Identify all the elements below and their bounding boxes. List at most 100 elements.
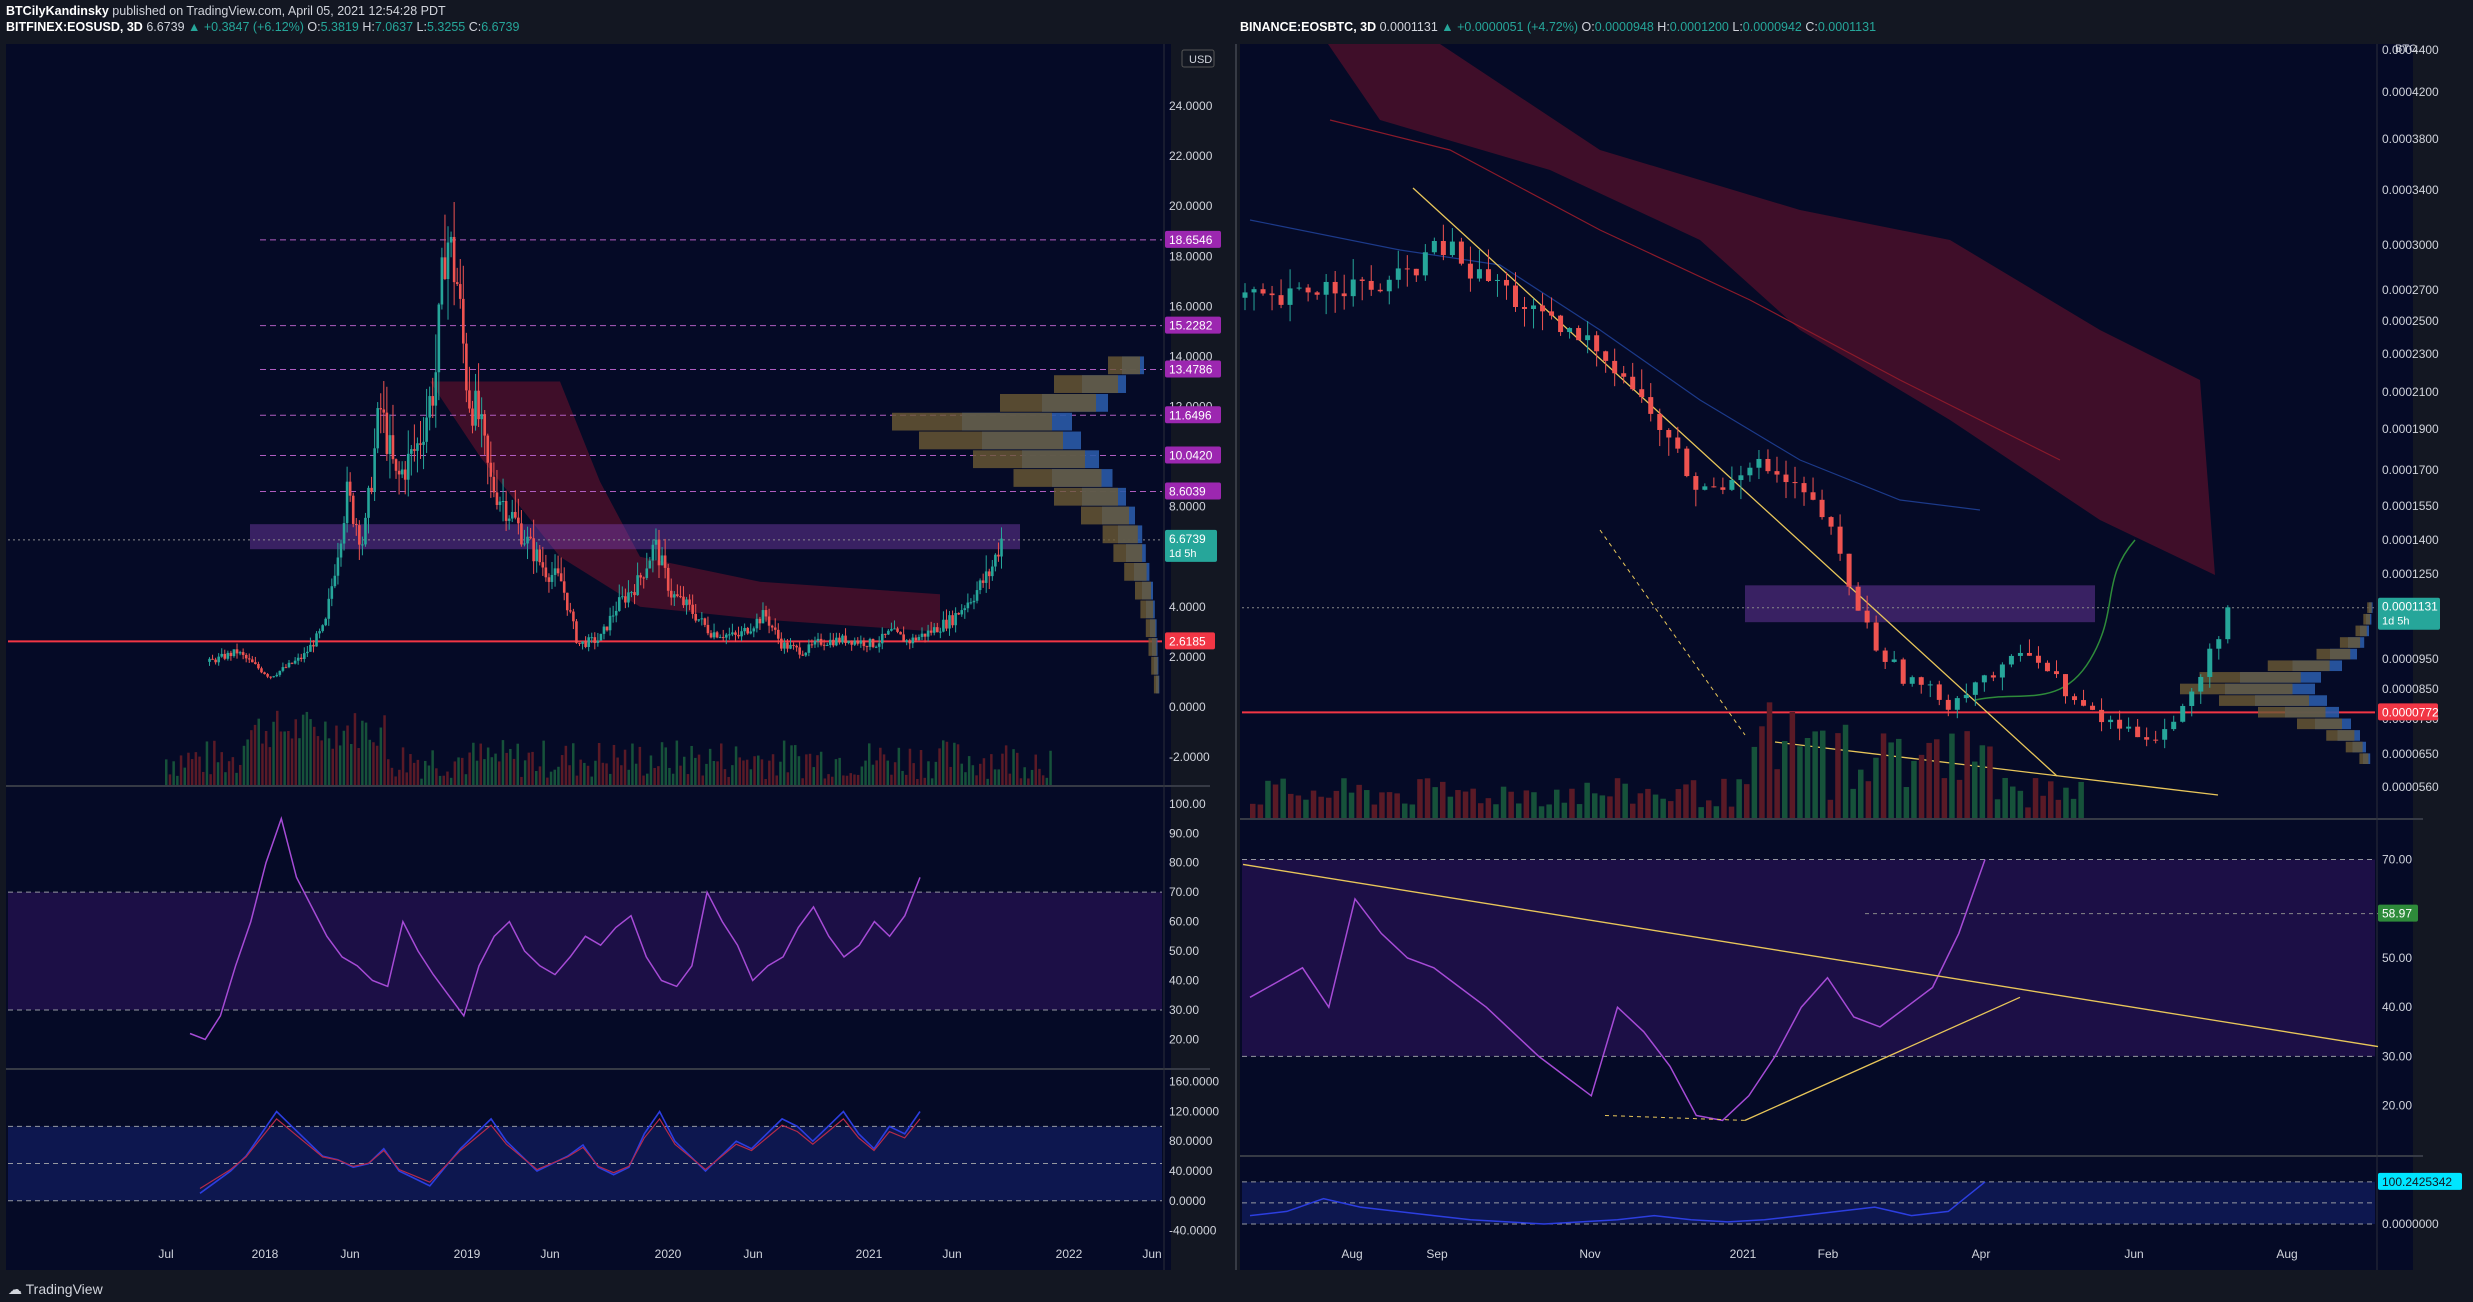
tradingview-logo-icon[interactable]: ☁ TradingView (8, 1281, 103, 1298)
left-candle (468, 390, 471, 409)
left-candle (935, 627, 939, 633)
right-volume-bar (1835, 733, 1841, 818)
left-candle (269, 676, 272, 678)
left-volume-bar (823, 778, 827, 785)
left-volume-bar (298, 738, 301, 785)
right-rsi-y-tick: 30.00 (2382, 1049, 2412, 1063)
right-y-tick: 0.0002100 (2382, 385, 2439, 399)
left-volume-bar (320, 740, 323, 785)
left-candle (957, 613, 960, 615)
right-y-tick: 0.0001250 (2382, 567, 2439, 581)
left-volume-bar (535, 770, 538, 785)
left-volume-bar (331, 748, 334, 785)
left-level-tag: 8.6039 (1169, 485, 1206, 499)
left-rsi-y-tick: 60.00 (1169, 915, 1199, 929)
left-volume-bar (549, 771, 553, 785)
left-volume-bar (779, 761, 782, 785)
right-volume-bar (1660, 798, 1666, 818)
left-volume-bar (412, 762, 416, 785)
right-volume-bar (1326, 797, 1332, 818)
right-candle (1720, 487, 1726, 490)
left-candle (908, 640, 912, 644)
right-candle (1386, 279, 1392, 292)
left-osc-y-tick: 80.0000 (1169, 1134, 1213, 1148)
left-candle (523, 543, 526, 545)
left-candle (465, 343, 468, 391)
left-candle (880, 633, 884, 644)
left-candle (232, 649, 236, 657)
right-candle (1567, 328, 1573, 333)
left-volume-bar (257, 718, 260, 785)
left-candle (458, 284, 462, 299)
left-candle (740, 631, 743, 637)
right-candle (1666, 429, 1672, 438)
left-volume-bar (501, 740, 505, 785)
left-candle (645, 568, 649, 578)
right-currency-label: BTC (2395, 43, 2417, 55)
left-volume-bar (372, 742, 375, 785)
right-candle (1936, 684, 1942, 700)
left-level-tag: 13.4786 (1169, 362, 1213, 376)
left-candle (825, 645, 829, 647)
left-candle (819, 638, 823, 645)
left-candle (706, 624, 710, 634)
left-volume-bar (986, 778, 989, 785)
left-volume-bar (194, 752, 198, 785)
left-candle (874, 646, 878, 648)
right-candle (1305, 287, 1311, 293)
left-volume-bar (209, 774, 212, 785)
right-candle (1395, 268, 1401, 280)
left-candle (761, 610, 765, 624)
right-candle (2189, 691, 2195, 706)
left-candle (789, 644, 792, 649)
left-candle (406, 453, 410, 480)
left-support-tag: 2.6185 (1169, 634, 1206, 648)
right-candle (1675, 437, 1681, 449)
left-volume-bar (712, 761, 716, 785)
left-candle (599, 633, 603, 641)
right-candle (2008, 655, 2014, 665)
right-volume-bar (1994, 799, 2001, 818)
left-volume-bar (953, 742, 956, 785)
right-volume-bar (1728, 806, 1735, 818)
left-volume-bar (845, 775, 849, 785)
right-volume-bar (2010, 786, 2016, 818)
left-volume-bar (723, 769, 727, 785)
left-candle (926, 630, 930, 637)
left-candle (673, 594, 676, 598)
left-candle (932, 627, 936, 633)
left-volume-bar (461, 757, 464, 785)
right-volume-bar (2032, 778, 2039, 818)
left-volume-bar (690, 745, 693, 785)
left-volume-bar (997, 769, 1000, 785)
right-volume-bar (1599, 795, 1606, 818)
right-candle (1549, 311, 1555, 316)
left-candle (504, 501, 508, 521)
left-volume-bar (620, 765, 623, 785)
left-volume-bar (364, 722, 368, 785)
left-volume-bar (834, 759, 838, 785)
left-volume-bar (305, 711, 309, 785)
right-candle (1251, 289, 1257, 293)
left-y-tick: 0.0000 (1169, 700, 1206, 714)
right-y-tick: 0.0002500 (2382, 314, 2439, 328)
left-vp-bar (1135, 581, 1151, 600)
left-candle (373, 448, 376, 492)
right-volume-bar (1417, 779, 1423, 818)
left-candle (593, 637, 597, 643)
left-vp-bar (1124, 562, 1147, 581)
right-volume-bar (1873, 757, 1879, 818)
right-candle (1603, 351, 1609, 361)
left-volume-bar (231, 757, 235, 785)
right-y-tick: 0.0003400 (2382, 183, 2439, 197)
left-candle (538, 549, 542, 563)
left-volume-bar (375, 745, 379, 785)
right-candle (1639, 389, 1645, 398)
left-candle (501, 501, 505, 503)
left-price-tag: 6.6739 (1169, 532, 1206, 546)
right-volume-bar (1721, 778, 1727, 818)
left-candle (984, 571, 988, 583)
left-osc-y-tick: 160.0000 (1169, 1075, 1219, 1089)
left-candle (547, 577, 551, 582)
left-candle (244, 654, 248, 659)
